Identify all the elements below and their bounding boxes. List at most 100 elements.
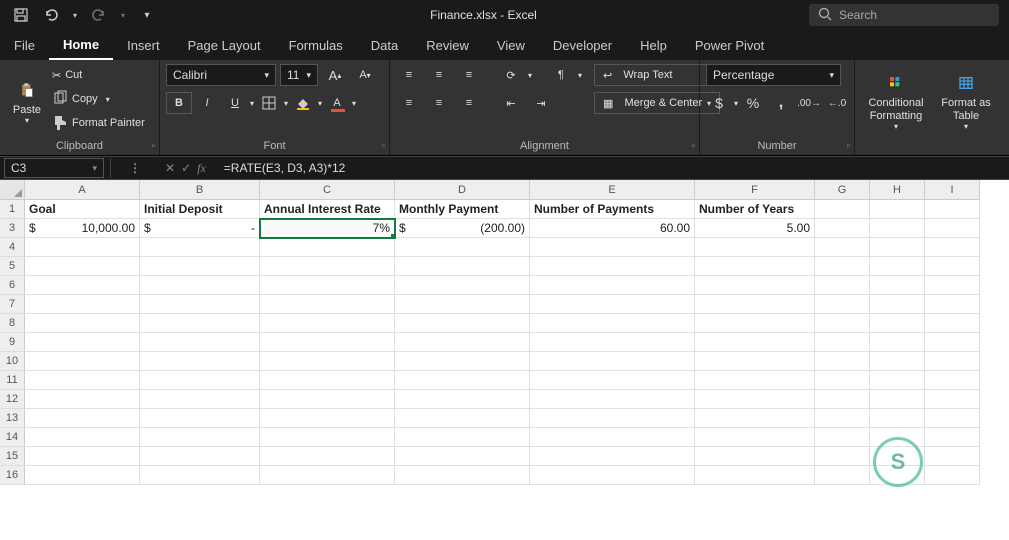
row-header-15[interactable]: 15 <box>0 447 25 466</box>
chevron-down-icon[interactable]: ▾ <box>284 99 288 108</box>
cell-G15[interactable] <box>815 447 870 466</box>
cell-I4[interactable] <box>925 238 980 257</box>
cell-F14[interactable] <box>695 428 815 447</box>
orientation-icon[interactable]: ⟳ <box>498 64 524 86</box>
align-right-icon[interactable]: ≡ <box>456 92 482 114</box>
tab-file[interactable]: File <box>0 30 49 60</box>
cell-A9[interactable] <box>25 333 140 352</box>
cell-H12[interactable] <box>870 390 925 409</box>
cell-G14[interactable] <box>815 428 870 447</box>
dialog-launcher-icon[interactable]: ▫ <box>691 141 695 152</box>
cancel-icon[interactable]: ✕ <box>165 161 175 175</box>
cell-E8[interactable] <box>530 314 695 333</box>
save-icon[interactable] <box>10 4 32 26</box>
cell-E12[interactable] <box>530 390 695 409</box>
cell-I14[interactable] <box>925 428 980 447</box>
tab-home[interactable]: Home <box>49 30 113 60</box>
cell-A4[interactable] <box>25 238 140 257</box>
tab-data[interactable]: Data <box>357 30 412 60</box>
cell-C16[interactable] <box>260 466 395 485</box>
align-left-icon[interactable]: ≡ <box>396 92 422 114</box>
cell-F7[interactable] <box>695 295 815 314</box>
cell-E10[interactable] <box>530 352 695 371</box>
cell-D7[interactable] <box>395 295 530 314</box>
cell-F11[interactable] <box>695 371 815 390</box>
cell-B12[interactable] <box>140 390 260 409</box>
select-all-corner[interactable] <box>0 180 25 200</box>
cell-B15[interactable] <box>140 447 260 466</box>
row-header-10[interactable]: 10 <box>0 352 25 371</box>
cell-H6[interactable] <box>870 276 925 295</box>
cell-B6[interactable] <box>140 276 260 295</box>
cell-I16[interactable] <box>925 466 980 485</box>
tab-formulas[interactable]: Formulas <box>275 30 357 60</box>
col-header-B[interactable]: B <box>140 180 260 200</box>
fill-color-button[interactable] <box>290 92 316 114</box>
cell-E6[interactable] <box>530 276 695 295</box>
cell-C12[interactable] <box>260 390 395 409</box>
cell-G3[interactable] <box>815 219 870 238</box>
cell-E11[interactable] <box>530 371 695 390</box>
cell-C14[interactable] <box>260 428 395 447</box>
cell-C10[interactable] <box>260 352 395 371</box>
cell-H10[interactable] <box>870 352 925 371</box>
cell-H3[interactable] <box>870 219 925 238</box>
cell-D13[interactable] <box>395 409 530 428</box>
cell-E7[interactable] <box>530 295 695 314</box>
cell-G12[interactable] <box>815 390 870 409</box>
cell-A6[interactable] <box>25 276 140 295</box>
font-color-button[interactable]: A <box>324 92 350 114</box>
cell-D3[interactable]: $(200.00) <box>395 219 530 238</box>
cell-D16[interactable] <box>395 466 530 485</box>
fx-icon[interactable]: fx <box>197 161 206 176</box>
chevron-down-icon[interactable]: ▾ <box>734 99 738 108</box>
cell-F5[interactable] <box>695 257 815 276</box>
col-header-E[interactable]: E <box>530 180 695 200</box>
cell-H13[interactable] <box>870 409 925 428</box>
cell-B8[interactable] <box>140 314 260 333</box>
bold-button[interactable]: B <box>166 92 192 114</box>
cell-C5[interactable] <box>260 257 395 276</box>
italic-button[interactable]: I <box>194 92 220 114</box>
row-header-12[interactable]: 12 <box>0 390 25 409</box>
align-middle-icon[interactable]: ≡ <box>426 64 452 86</box>
cell-H1[interactable] <box>870 200 925 219</box>
cell-E3[interactable]: 60.00 <box>530 219 695 238</box>
col-header-I[interactable]: I <box>925 180 980 200</box>
cell-A3[interactable]: $10,000.00 <box>25 219 140 238</box>
cell-E15[interactable] <box>530 447 695 466</box>
cell-C1[interactable]: Annual Interest Rate <box>260 200 395 219</box>
cell-D5[interactable] <box>395 257 530 276</box>
dialog-launcher-icon[interactable]: ▫ <box>151 141 155 152</box>
tab-power-pivot[interactable]: Power Pivot <box>681 30 778 60</box>
col-header-H[interactable]: H <box>870 180 925 200</box>
cell-E16[interactable] <box>530 466 695 485</box>
cell-F16[interactable] <box>695 466 815 485</box>
row-header-7[interactable]: 7 <box>0 295 25 314</box>
decrease-font-icon[interactable]: A▾ <box>352 64 378 86</box>
tab-review[interactable]: Review <box>412 30 483 60</box>
cell-C3[interactable]: 7% <box>260 219 395 238</box>
increase-font-icon[interactable]: A▴ <box>322 64 348 86</box>
undo-icon[interactable] <box>40 4 62 26</box>
cell-C8[interactable] <box>260 314 395 333</box>
cell-A14[interactable] <box>25 428 140 447</box>
col-header-C[interactable]: C <box>260 180 395 200</box>
cell-I1[interactable] <box>925 200 980 219</box>
name-box[interactable]: C3▾ <box>4 158 104 178</box>
comma-format-icon[interactable]: , <box>768 92 794 114</box>
cell-G16[interactable] <box>815 466 870 485</box>
cell-C6[interactable] <box>260 276 395 295</box>
cell-I15[interactable] <box>925 447 980 466</box>
search-box[interactable]: Search <box>809 4 999 26</box>
tab-insert[interactable]: Insert <box>113 30 174 60</box>
font-size-select[interactable]: 11▾ <box>280 64 318 86</box>
cell-I11[interactable] <box>925 371 980 390</box>
cell-D11[interactable] <box>395 371 530 390</box>
cell-A16[interactable] <box>25 466 140 485</box>
cell-G7[interactable] <box>815 295 870 314</box>
cell-D14[interactable] <box>395 428 530 447</box>
cell-H9[interactable] <box>870 333 925 352</box>
cell-D10[interactable] <box>395 352 530 371</box>
cell-G13[interactable] <box>815 409 870 428</box>
